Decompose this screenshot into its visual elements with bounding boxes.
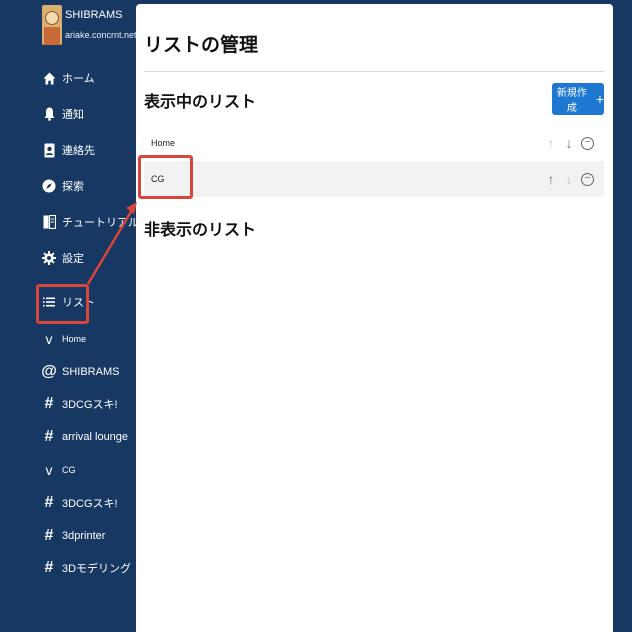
nav-tutorial-label: チュートリアル bbox=[62, 217, 139, 229]
bell-icon bbox=[42, 106, 56, 122]
remove-circle-icon[interactable]: − bbox=[581, 172, 594, 186]
new-list-button-label: 新規作成 bbox=[556, 88, 587, 114]
chevron-down-icon: v bbox=[45, 462, 53, 478]
nav-explore[interactable]: 探索 bbox=[36, 173, 84, 199]
title-divider bbox=[144, 71, 604, 72]
move-up-icon[interactable]: ↑ bbox=[545, 171, 557, 187]
list-item-3dmodeling[interactable]: # 3Dモデリング bbox=[36, 555, 132, 581]
list-row-name: CG bbox=[151, 174, 165, 184]
list-item-3dcg[interactable]: # 3DCGスキ! bbox=[36, 391, 118, 417]
list-item-label: 3DCGスキ! bbox=[62, 399, 118, 411]
nav-contacts[interactable]: 連絡先 bbox=[36, 137, 95, 163]
list-item-label: 3Dモデリング bbox=[62, 563, 132, 575]
account-header[interactable]: SHIBRAMS ariake.concrnt.net bbox=[42, 5, 137, 45]
visible-lists-heading: 表示中のリスト bbox=[144, 94, 257, 111]
hidden-lists-heading: 非表示のリスト bbox=[144, 222, 257, 239]
hash-icon: # bbox=[44, 559, 54, 576]
page-title: リストの管理 bbox=[144, 35, 259, 56]
sidebar: SHIBRAMS ariake.concrnt.net ホーム 通知 連絡先 探… bbox=[0, 0, 139, 632]
account-host: ariake.concrnt.net bbox=[65, 30, 137, 40]
hash-icon: # bbox=[44, 527, 54, 544]
list-management-panel: リストの管理 表示中のリスト 新規作成 + Home ↑ ↓ − CG ↑ ↓ … bbox=[136, 4, 613, 632]
list-group-cg[interactable]: v CG bbox=[36, 457, 76, 483]
avatar[interactable] bbox=[42, 5, 62, 45]
nav-settings[interactable]: 設定 bbox=[36, 245, 84, 271]
list-item-3dcg-cg[interactable]: # 3DCGスキ! bbox=[36, 490, 118, 516]
list-item-label: arrival lounge bbox=[62, 431, 129, 443]
contact-icon bbox=[42, 142, 56, 158]
lists-highlight-box bbox=[36, 284, 89, 324]
nav-notifications-label: 通知 bbox=[62, 109, 84, 121]
list-row-home[interactable]: Home ↑ ↓ − bbox=[144, 125, 604, 161]
list-row-name: Home bbox=[151, 138, 176, 148]
at-icon: @ bbox=[41, 363, 57, 380]
cg-highlight-box bbox=[138, 155, 193, 199]
plus-icon: + bbox=[595, 91, 604, 107]
hash-icon: # bbox=[44, 428, 54, 445]
home-icon bbox=[42, 70, 56, 86]
nav-explore-label: 探索 bbox=[62, 181, 84, 193]
hash-icon: # bbox=[44, 494, 54, 511]
nav-home-label: ホーム bbox=[62, 73, 95, 85]
move-down-icon[interactable]: ↓ bbox=[563, 135, 575, 151]
nav-home[interactable]: ホーム bbox=[36, 65, 95, 91]
new-list-button[interactable]: 新規作成 + bbox=[552, 83, 604, 115]
hash-icon: # bbox=[44, 395, 54, 412]
nav-contacts-label: 連絡先 bbox=[62, 145, 95, 157]
nav-tutorial[interactable]: チュートリアル bbox=[36, 209, 139, 235]
compass-icon bbox=[42, 178, 56, 194]
list-group-cg-label: CG bbox=[62, 465, 76, 475]
account-name: SHIBRAMS bbox=[65, 9, 123, 21]
list-group-home-label: Home bbox=[62, 334, 87, 344]
list-item-label: 3dprinter bbox=[62, 530, 106, 542]
move-up-icon[interactable]: ↑ bbox=[545, 135, 557, 151]
remove-circle-icon[interactable]: − bbox=[581, 136, 594, 150]
list-item-3dprinter[interactable]: # 3dprinter bbox=[36, 523, 106, 549]
list-row-cg[interactable]: CG ↑ ↓ − bbox=[144, 161, 604, 197]
book-icon bbox=[42, 214, 56, 230]
move-down-icon[interactable]: ↓ bbox=[563, 171, 575, 187]
chevron-down-icon: v bbox=[45, 331, 53, 347]
gear-icon bbox=[42, 250, 56, 266]
nav-settings-label: 設定 bbox=[62, 253, 84, 265]
nav-notifications[interactable]: 通知 bbox=[36, 101, 84, 127]
list-item-label: 3DCGスキ! bbox=[62, 498, 118, 510]
list-item-label: SHIBRAMS bbox=[62, 366, 120, 378]
list-group-home[interactable]: v Home bbox=[36, 326, 87, 352]
list-item-arrival-lounge[interactable]: # arrival lounge bbox=[36, 424, 129, 450]
list-item-shibrams[interactable]: @ SHIBRAMS bbox=[36, 359, 119, 385]
